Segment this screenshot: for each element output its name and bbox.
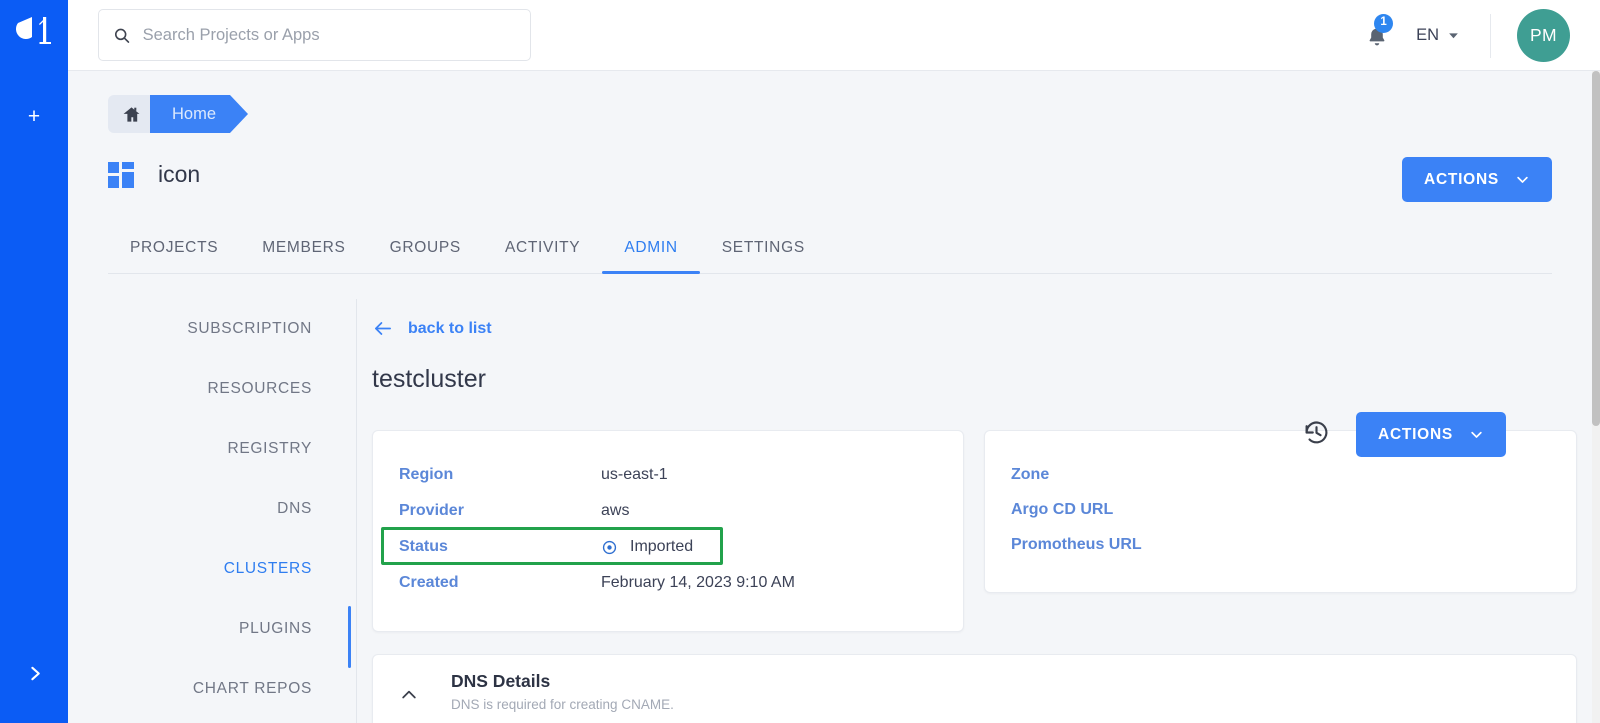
subnav-item-dns[interactable]: DNS <box>108 479 316 539</box>
info-value-wrap: Imported <box>601 538 693 556</box>
search-input[interactable] <box>142 25 516 45</box>
language-label: EN <box>1416 26 1439 44</box>
page-title: icon <box>158 161 201 187</box>
link-promotheus-url[interactable]: Promotheus URL <box>1011 527 1550 562</box>
info-row-region: Region us-east-1 <box>399 457 937 493</box>
top-header: 1 EN PM <box>68 0 1600 71</box>
back-to-list-link[interactable]: back to list <box>372 319 492 338</box>
page-scrollbar-thumb[interactable] <box>1592 71 1600 426</box>
app-root: + 1 EN <box>0 0 1600 723</box>
language-selector[interactable]: EN <box>1416 26 1460 45</box>
info-key: Status <box>399 538 448 555</box>
dns-details-subtitle: DNS is required for creating CNAME. <box>451 697 674 712</box>
info-value: aws <box>601 502 630 519</box>
chevron-right-icon <box>30 666 40 680</box>
link-argo-cd-url[interactable]: Argo CD URL <box>1011 492 1550 527</box>
history-icon[interactable] <box>1303 419 1330 451</box>
subnav-item-clusters[interactable]: CLUSTERS <box>108 539 316 599</box>
subnav-divider <box>356 299 357 723</box>
tab-admin[interactable]: ADMIN <box>602 222 701 274</box>
info-row-created: Created February 14, 2023 9:10 AM <box>399 565 937 601</box>
subnav-item-plugins[interactable]: PLUGINS <box>108 599 316 659</box>
info-key: Provider <box>399 502 464 519</box>
subnav-active-indicator <box>348 606 351 668</box>
subnav-item-subscription[interactable]: SUBSCRIPTION <box>108 299 316 359</box>
dns-details-accordion[interactable]: DNS Details DNS is required for creating… <box>372 654 1577 723</box>
avatar[interactable]: PM <box>1517 9 1570 62</box>
back-to-list-label: back to list <box>408 319 492 337</box>
tab-activity[interactable]: ACTIVITY <box>483 222 602 273</box>
search-box[interactable] <box>98 9 531 61</box>
rail-add-button[interactable]: + <box>0 100 68 132</box>
cluster-actions-button[interactable]: ACTIONS <box>1356 412 1506 457</box>
status-value: Imported <box>630 538 694 555</box>
breadcrumb: Home <box>108 95 249 133</box>
notification-badge: 1 <box>1374 13 1394 33</box>
header-divider <box>1490 13 1491 58</box>
logo-mark <box>16 17 51 44</box>
dns-details-text: DNS Details DNS is required for creating… <box>451 671 674 712</box>
cluster-detail-actions: ACTIONS <box>1303 412 1506 457</box>
arrow-left-icon <box>375 322 391 335</box>
tab-projects[interactable]: PROJECTS <box>108 222 240 273</box>
breadcrumb-item-home[interactable]: Home <box>150 95 249 133</box>
notifications-button[interactable]: 1 <box>1360 13 1394 53</box>
status-dot-icon <box>602 540 617 554</box>
cluster-actions-label: ACTIONS <box>1378 425 1453 443</box>
subnav-item-chart-repos[interactable]: CHART REPOS <box>108 659 316 719</box>
left-rail: + <box>0 0 68 723</box>
chevron-down-icon <box>1517 176 1528 183</box>
cluster-name: testcluster <box>372 365 486 393</box>
page-actions-button[interactable]: ACTIONS <box>1402 157 1552 202</box>
subnav-item-registry[interactable]: REGISTRY <box>108 419 316 479</box>
info-value: February 14, 2023 9:10 AM <box>601 574 795 591</box>
detail-cards: Region us-east-1 Provider aws Status Imp… <box>372 430 1582 632</box>
subnav-item-resources[interactable]: RESOURCES <box>108 359 316 419</box>
cluster-detail-pane: back to list testcluster ACTIONS Region … <box>372 299 1582 723</box>
content-area: Home icon ACTIONS PROJECTS MEMBERS GROUP… <box>68 71 1592 723</box>
search-icon <box>114 28 130 43</box>
tab-members[interactable]: MEMBERS <box>240 222 367 273</box>
chevron-down-icon <box>1471 431 1482 438</box>
main-tabs: PROJECTS MEMBERS GROUPS ACTIVITY ADMIN S… <box>108 222 1552 274</box>
info-key: Region <box>399 466 454 483</box>
chevron-down-icon <box>1449 33 1458 39</box>
grid-icon <box>108 161 134 188</box>
page-actions-label: ACTIONS <box>1424 170 1499 188</box>
page-title-row: icon <box>108 161 200 188</box>
product-logo[interactable] <box>0 0 68 60</box>
info-row-status: Status Imported <box>399 529 937 565</box>
link-zone[interactable]: Zone <box>1011 457 1550 492</box>
home-icon <box>123 106 139 122</box>
info-key: Created <box>399 574 459 591</box>
top-header-right: 1 EN PM <box>1360 0 1600 71</box>
chevron-up-icon[interactable] <box>399 685 419 710</box>
breadcrumb-home[interactable] <box>108 95 165 133</box>
info-row-provider: Provider aws <box>399 493 937 529</box>
info-value: us-east-1 <box>601 466 668 483</box>
rail-expand-button[interactable] <box>0 655 68 691</box>
admin-subnav: SUBSCRIPTION RESOURCES REGISTRY DNS CLUS… <box>108 299 316 719</box>
tab-groups[interactable]: GROUPS <box>368 222 483 273</box>
tab-settings[interactable]: SETTINGS <box>700 222 827 273</box>
dns-details-title: DNS Details <box>451 671 551 691</box>
cluster-info-card: Region us-east-1 Provider aws Status Imp… <box>372 430 964 632</box>
